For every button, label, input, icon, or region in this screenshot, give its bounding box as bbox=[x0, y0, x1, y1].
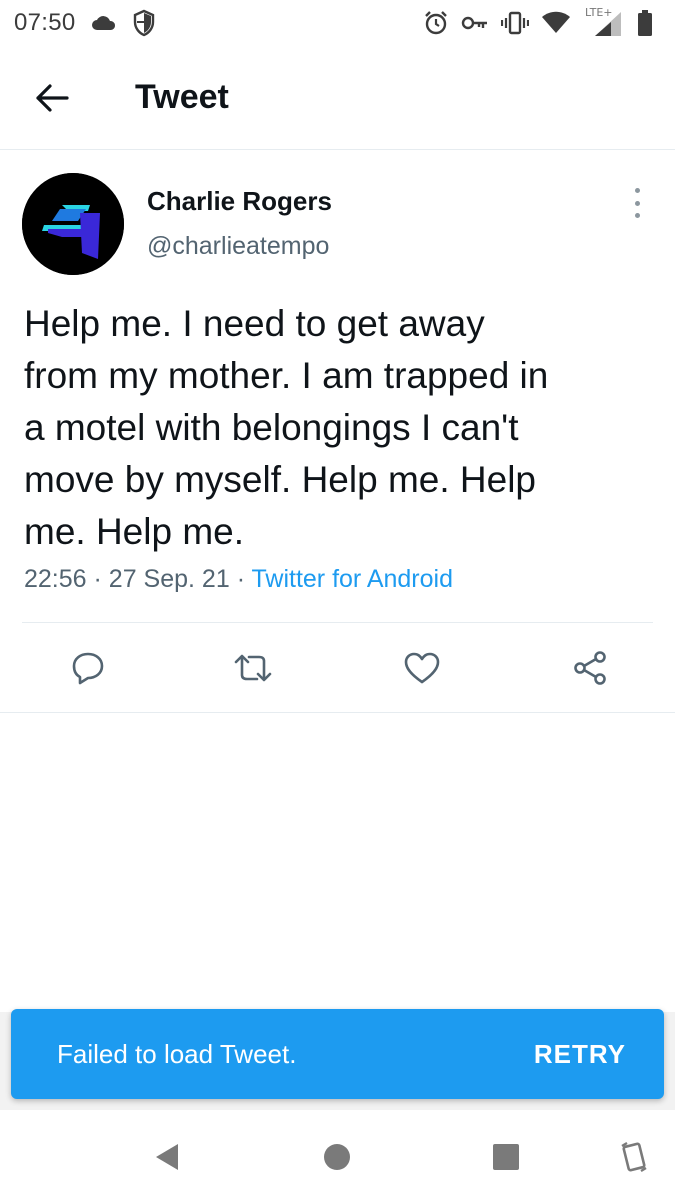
reply-icon bbox=[72, 652, 104, 685]
divider bbox=[0, 712, 675, 713]
back-triangle-icon bbox=[156, 1144, 178, 1170]
reply-button[interactable] bbox=[68, 648, 108, 688]
dot-1 bbox=[634, 188, 640, 193]
meta-separator-2: · bbox=[236, 565, 246, 593]
share-button[interactable] bbox=[570, 648, 610, 688]
avatar[interactable] bbox=[22, 173, 124, 275]
arrow-left-icon bbox=[36, 83, 69, 112]
nav-home-button[interactable] bbox=[315, 1135, 359, 1179]
network-type-label: LTE+ bbox=[585, 6, 613, 19]
retweet-button[interactable] bbox=[233, 648, 273, 688]
more-options-button[interactable] bbox=[627, 188, 647, 218]
back-button[interactable] bbox=[22, 68, 82, 128]
alarm-icon bbox=[423, 10, 449, 36]
author-name[interactable]: Charlie Rogers bbox=[147, 186, 332, 217]
dot-2 bbox=[634, 200, 640, 206]
vibrate-icon bbox=[501, 10, 529, 36]
nav-back-button[interactable] bbox=[145, 1135, 189, 1179]
tweet-text: Help me. I need to get away from my moth… bbox=[24, 303, 549, 552]
tweet-source-link[interactable]: Twitter for Android bbox=[252, 565, 453, 593]
status-right: LTE+ bbox=[423, 6, 653, 38]
nav-recents-button[interactable] bbox=[484, 1135, 528, 1179]
tweet-date: 27 Sep. 21 bbox=[108, 565, 230, 593]
status-bar: 07:50 LTE+ bbox=[0, 0, 675, 46]
wifi-icon bbox=[541, 11, 571, 35]
status-time: 07:50 bbox=[14, 9, 76, 36]
shield-icon bbox=[132, 9, 156, 37]
tweet-meta: 22:56 · 27 Sep. 21 · Twitter for Android bbox=[24, 565, 453, 594]
author-handle[interactable]: @charlieatempo bbox=[147, 232, 329, 261]
signal-indicator: LTE+ bbox=[583, 6, 625, 38]
snackbar-message: Failed to load Tweet. bbox=[57, 1038, 297, 1069]
battery-icon bbox=[637, 9, 653, 37]
nav-rotate-button[interactable] bbox=[612, 1135, 656, 1179]
share-icon bbox=[574, 651, 606, 685]
status-left: 07:50 bbox=[14, 9, 156, 37]
key-icon bbox=[461, 14, 489, 32]
system-nav-bar bbox=[0, 1110, 675, 1200]
like-button[interactable] bbox=[402, 648, 442, 688]
dot-3 bbox=[634, 213, 640, 218]
app-header: Tweet bbox=[0, 46, 675, 150]
page-title: Tweet bbox=[135, 78, 229, 116]
cloud-icon bbox=[90, 13, 118, 33]
retweet-icon bbox=[234, 654, 272, 682]
recents-square-icon bbox=[493, 1144, 519, 1170]
tweet-actions bbox=[0, 623, 675, 713]
rotate-icon bbox=[621, 1141, 647, 1173]
tweet-detail-screen: 07:50 LTE+ Tweet Charlie Rogers @charlie… bbox=[0, 0, 675, 1200]
like-icon bbox=[404, 652, 440, 684]
meta-separator-1: · bbox=[93, 565, 102, 593]
error-snackbar: Failed to load Tweet. RETRY bbox=[11, 1009, 664, 1099]
tweet-time: 22:56 bbox=[24, 565, 87, 593]
author-row: Charlie Rogers @charlieatempo bbox=[0, 150, 675, 275]
home-circle-icon bbox=[324, 1144, 350, 1170]
retry-button[interactable]: RETRY bbox=[534, 1039, 626, 1070]
avatar-logo-icon bbox=[22, 173, 124, 275]
tweet-detail: Charlie Rogers @charlieatempo Help me. I… bbox=[0, 150, 675, 713]
